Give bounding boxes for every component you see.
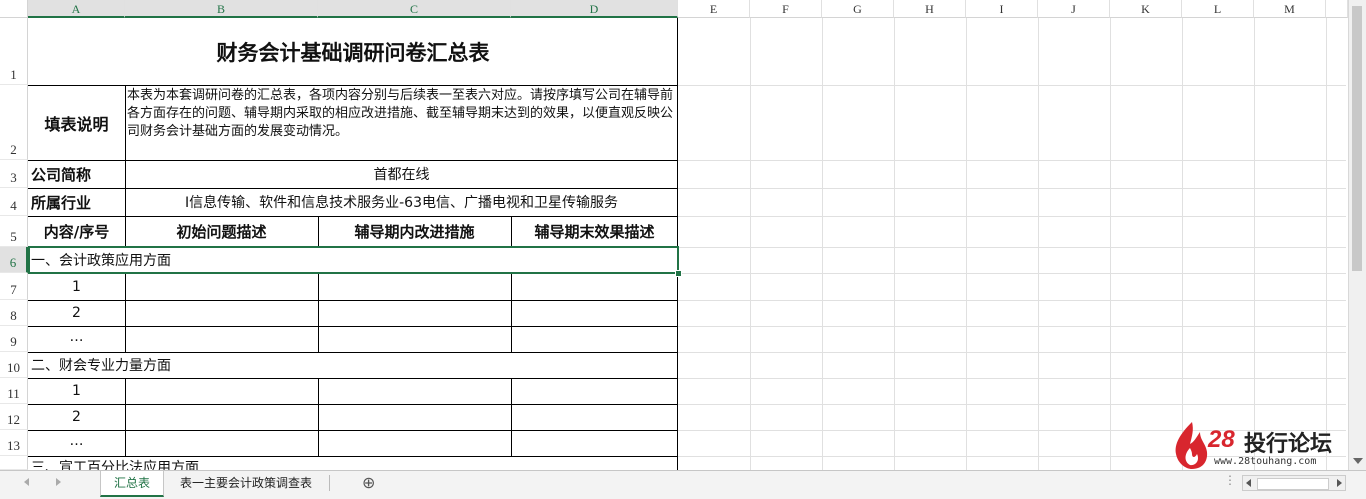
row-header-13[interactable]: 13 [0,430,28,456]
section-completion-percentage[interactable]: 三、宣工百分比法应用方面 [31,458,671,470]
hscroll-left-icon[interactable] [1246,479,1251,487]
scroll-down-arrow-icon[interactable] [1353,458,1363,464]
tab-accounting-policy-survey[interactable]: 表一主要会计政策调查表 [165,471,327,495]
index-cell[interactable]: 1 [28,378,125,404]
row-header-6[interactable]: 6 [0,247,28,273]
hscroll-right-icon[interactable] [1337,479,1342,487]
section-finance-staff[interactable]: 二、财会专业力量方面 [31,352,671,378]
col-header-i[interactable]: I [966,0,1038,18]
tab-summary[interactable]: 汇总表 [100,471,164,497]
instructions-text[interactable]: 本表为本套调研问卷的汇总表，各项内容分别与后续表一至表六对应。请按序填写公司在辅… [127,87,675,159]
col-header-e[interactable]: E [678,0,750,18]
watermark-number: 28 [1208,426,1235,453]
row-header-14[interactable] [0,456,28,470]
scroll-thumb[interactable] [1352,6,1362,271]
row-header-4[interactable]: 4 [0,188,28,216]
more-options-icon[interactable]: ⋮ [1224,473,1236,487]
col-header-l[interactable]: L [1182,0,1254,18]
watermark-url: www.28touhang.com [1214,456,1317,467]
flame-logo-icon [1175,422,1208,469]
index-cell[interactable]: … [28,326,125,348]
index-cell[interactable]: 2 [28,300,125,326]
tab-scroll-right-icon[interactable] [56,478,61,486]
index-cell[interactable]: 2 [28,404,125,430]
horizontal-scrollbar[interactable] [1242,475,1346,491]
row-header-7[interactable]: 7 [0,273,28,300]
col-header-d[interactable]: D [511,0,678,18]
industry-value[interactable]: I信息传输、软件和信息技术服务业-63电信、广播电视和卫星传输服务 [125,188,678,216]
header-effect[interactable]: 辅导期末效果描述 [511,216,678,247]
row-header-11[interactable]: 11 [0,378,28,404]
col-header-h[interactable]: H [894,0,966,18]
row-header-5[interactable]: 5 [0,216,28,247]
index-cell[interactable]: … [28,430,125,452]
col-header-g[interactable]: G [822,0,894,18]
fill-handle[interactable] [675,270,682,277]
col-header-c[interactable]: C [318,0,511,18]
company-value[interactable]: 首都在线 [125,160,678,188]
watermark: 28 投行论坛 www.28touhang.com [1170,420,1345,470]
index-cell[interactable]: 1 [28,273,125,300]
watermark-name: 投行论坛 [1244,432,1333,457]
header-index[interactable]: 内容/序号 [28,216,125,247]
company-label[interactable]: 公司简称 [31,160,125,188]
sheet-title[interactable]: 财务会计基础调研问卷汇总表 [28,18,678,85]
col-header-k[interactable]: K [1110,0,1182,18]
corner-select-all[interactable] [0,0,28,18]
row-header-8[interactable]: 8 [0,300,28,326]
row-header-3[interactable]: 3 [0,160,28,188]
sheet-tab-bar: 汇总表 表一主要会计政策调查表 ⊕ ⋮ [0,470,1366,499]
col-header-m[interactable]: M [1254,0,1326,18]
col-header-j[interactable]: J [1038,0,1110,18]
industry-label[interactable]: 所属行业 [31,188,125,216]
col-header-b[interactable]: B [125,0,318,18]
col-header-a[interactable]: A [28,0,125,18]
tab-divider [329,475,330,491]
row-header-2[interactable]: 2 [0,85,28,160]
header-initial-problem[interactable]: 初始问题描述 [125,216,318,247]
header-improvement[interactable]: 辅导期内改进措施 [318,216,511,247]
add-sheet-icon[interactable]: ⊕ [362,473,375,492]
hscroll-thumb[interactable] [1257,478,1329,490]
vertical-scrollbar[interactable] [1348,0,1366,470]
row-header-1[interactable]: 1 [0,18,28,85]
col-header-n[interactable] [1326,0,1348,18]
instructions-label[interactable]: 填表说明 [28,85,125,160]
row-header-10[interactable]: 10 [0,352,28,378]
tab-scroll-left-icon[interactable] [24,478,29,486]
col-header-f[interactable]: F [750,0,822,18]
row-header-9[interactable]: 9 [0,326,28,352]
row-header-12[interactable]: 12 [0,404,28,430]
selected-range [28,246,679,274]
